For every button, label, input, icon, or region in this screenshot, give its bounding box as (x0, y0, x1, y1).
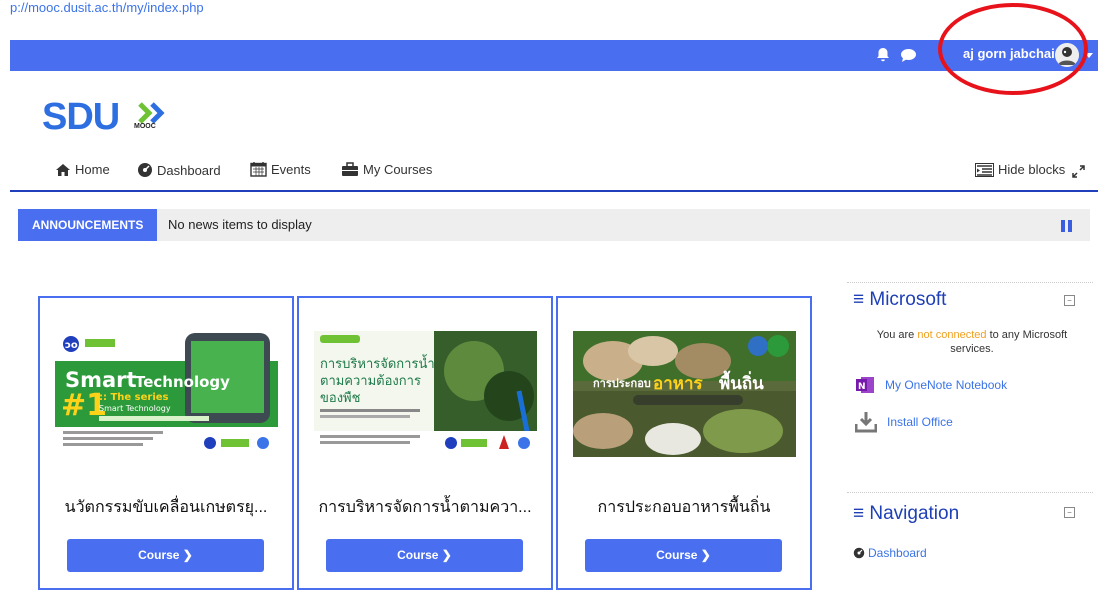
svg-text:การประกอบ: การประกอบ (593, 377, 651, 390)
nav-item-label: Dashboard (157, 162, 221, 178)
chat-icon[interactable] (900, 48, 917, 68)
microsoft-status: You are not connected to any Microsoft s… (876, 329, 1068, 355)
home-icon (56, 163, 70, 176)
svg-text:Technology: Technology (135, 373, 230, 391)
course-button[interactable]: Course ❯ (585, 539, 782, 572)
nav-item-home[interactable]: Home (55, 162, 110, 177)
course-thumbnail: การประกอบ อาหาร พื้นถิ่น (573, 331, 796, 457)
course-card[interactable]: ɔo Smart Technology #1 :: The series Sma… (38, 296, 294, 590)
course-title[interactable]: การประกอบอาหารพื้นถิ่น (558, 495, 810, 520)
svg-text:ของพืช: ของพืช (320, 390, 361, 406)
logo-arrow-icon (138, 102, 165, 124)
course-title[interactable]: การบริหารจัดการน้ำตามควา... (299, 495, 551, 520)
pause-icon[interactable] (1061, 219, 1075, 237)
hide-blocks-label: Hide blocks (998, 162, 1066, 177)
course-button[interactable]: Course ❯ (67, 539, 264, 572)
nav-item-dashboard[interactable]: Dashboard (137, 162, 221, 178)
course-thumbnail: การบริหารจัดการน้ำ ตามความต้องการ ของพืช (314, 331, 537, 457)
onenote-link[interactable]: N My OneNote Notebook (855, 375, 1007, 395)
nav-item-events[interactable]: Events (250, 161, 311, 177)
top-navbar: aj gorn jabchai (10, 40, 1098, 71)
svg-text:อาหาร: อาหาร (653, 374, 704, 394)
nav-item-label: My Courses (363, 162, 433, 177)
navigation-block-title: ≡ Navigation (853, 503, 960, 524)
download-icon (855, 412, 877, 433)
logo-sub-text: MOOC (134, 123, 156, 130)
install-office-link[interactable]: Install Office (855, 411, 953, 433)
svg-text:ɔo: ɔo (65, 340, 78, 351)
course-button[interactable]: Course ❯ (326, 539, 523, 572)
menu-icon: ≡ (853, 503, 865, 524)
announcements-bar: ANNOUNCEMENTS No news items to display (18, 209, 1090, 241)
course-card[interactable]: การบริหารจัดการน้ำ ตามความต้องการ ของพืช… (297, 296, 553, 590)
calendar-icon (250, 162, 267, 177)
svg-text:Smart Technology: Smart Technology (99, 404, 171, 413)
dashboard-icon (853, 547, 865, 559)
course-card[interactable]: การประกอบ อาหาร พื้นถิ่น การประกอบอาหารพ… (556, 296, 812, 590)
announcements-label: ANNOUNCEMENTS (18, 209, 158, 241)
hide-blocks-icon (975, 162, 994, 177)
svg-text:N: N (858, 382, 866, 392)
svg-text:การบริหารจัดการน้ำ: การบริหารจัดการน้ำ (320, 354, 435, 372)
microsoft-block: ≡ Microsoft − You are not connected to a… (847, 282, 1093, 463)
dashboard-icon (138, 163, 152, 177)
collapse-icon[interactable]: − (1064, 295, 1075, 306)
nav-item-label: Home (75, 162, 110, 177)
nav-item-my-courses[interactable]: My Courses (341, 162, 432, 177)
main-navigation: Home Dashboard Events My Courses Hide bl… (10, 160, 1098, 192)
url-text: p://mooc.dusit.ac.th/my/index.php (10, 0, 204, 15)
navigation-dashboard-link[interactable]: Dashboard (853, 546, 927, 560)
bell-icon[interactable] (876, 47, 890, 68)
collapse-icon[interactable]: − (1064, 507, 1075, 518)
menu-icon: ≡ (853, 289, 865, 310)
hide-blocks-button[interactable]: Hide blocks (975, 162, 1065, 177)
logo-main-text: SDU (42, 96, 120, 138)
expand-icon[interactable] (1072, 165, 1085, 178)
highlight-circle (938, 3, 1088, 95)
course-thumbnail: ɔo Smart Technology #1 :: The series Sma… (55, 331, 278, 457)
announcements-text: No news items to display (168, 217, 312, 232)
navigation-block: ≡ Navigation − Dashboard (847, 492, 1093, 579)
course-title[interactable]: นวัตกรรมขับเคลื่อนเกษตรยุ... (40, 495, 292, 520)
svg-text::: The series: :: The series (99, 392, 169, 403)
microsoft-block-title: ≡ Microsoft (853, 289, 947, 310)
nav-item-label: Events (271, 161, 311, 177)
svg-text:พื้นถิ่น: พื้นถิ่น (719, 370, 764, 394)
svg-text:ตามความต้องการ: ตามความต้องการ (320, 374, 421, 389)
briefcase-icon (342, 162, 358, 176)
onenote-icon: N (856, 377, 874, 393)
